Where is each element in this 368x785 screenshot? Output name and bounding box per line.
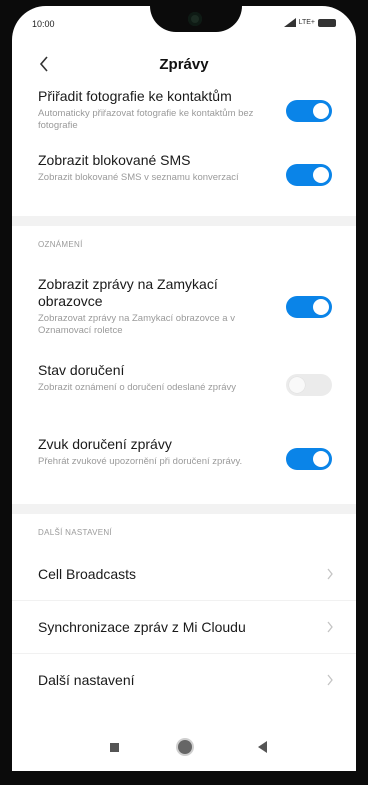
delivery-status-toggle[interactable] [286,374,332,396]
setting-subtitle: Automaticky přiřazovat fotografie ke kon… [38,108,254,131]
setting-title: Stav doručení [38,362,125,378]
back-icon[interactable] [258,741,267,753]
chevron-right-icon [327,674,333,686]
nav-row-label: Další nastavení [38,672,135,688]
setting-title: Zobrazit blokované SMS [38,152,191,168]
chevron-right-icon [327,568,333,580]
page-title: Zprávy [159,56,209,73]
phone-bezel-left [0,0,12,785]
setting-row-delivery-status[interactable]: Stav doručení Zobrazit oznámení o doruče… [12,354,356,428]
setting-row-assign-photos[interactable]: Přiřadit fotografie ke kontaktům Automat… [12,88,356,144]
nav-row-more-settings[interactable]: Další nastavení [12,654,356,706]
setting-subtitle: Přehrát zvukové upozornění při doručení … [38,456,243,467]
setting-row-delivery-sound[interactable]: Zvuk doručení zprávy Přehrát zvukové upo… [12,428,356,504]
blocked-sms-toggle[interactable] [286,164,332,186]
phone-screen: 10:00 LTE+ Zprávy Přiřadit fotografie ke… [12,6,356,771]
setting-title: Zvuk doručení zprávy [38,436,172,452]
network-type: LTE+ [298,19,315,26]
setting-row-blocked-sms[interactable]: Zobrazit blokované SMS Zobrazit blokovan… [12,144,356,216]
app-header: Zprávy [12,44,356,84]
status-bar: 10:00 LTE+ [12,6,356,36]
toggle-knob [289,377,305,393]
signal-icon [283,18,296,27]
battery-icon [318,18,336,27]
section-header-notifications: OZNÁMENÍ [38,240,83,249]
nav-row-mi-cloud-sync[interactable]: Synchronizace zpráv z Mi Cloudu [12,601,356,654]
settings-list: Přiřadit fotografie ke kontaktům Automat… [12,88,356,706]
nav-row-cell-broadcasts[interactable]: Cell Broadcasts [12,548,356,601]
chevron-right-icon [327,621,333,633]
system-navigation-bar [12,725,356,771]
phone-bezel-bottom [0,771,368,785]
recents-icon[interactable] [110,743,119,752]
section-divider [12,216,356,226]
toggle-knob [313,103,329,119]
lockscreen-messages-toggle[interactable] [286,296,332,318]
nav-row-label: Cell Broadcasts [38,566,137,582]
setting-subtitle: Zobrazovat zprávy na Zamykací obrazovce … [38,313,235,336]
home-icon[interactable] [178,740,192,754]
status-indicators: LTE+ [283,18,336,27]
setting-subtitle: Zobrazit oznámení o doručení odeslané zp… [38,382,237,393]
toggle-knob [313,167,329,183]
assign-photos-toggle[interactable] [286,100,332,122]
delivery-sound-toggle[interactable] [286,448,332,470]
section-header-more-settings: DALŠÍ NASTAVENÍ [38,528,112,537]
setting-title: Zobrazit zprávy na Zamykací obrazovce [38,276,218,309]
setting-row-lockscreen-messages[interactable]: Zobrazit zprávy na Zamykací obrazovce Zo… [12,266,356,354]
toggle-knob [313,299,329,315]
nav-row-label: Synchronizace zpráv z Mi Cloudu [38,619,246,635]
setting-title: Přiřadit fotografie ke kontaktům [38,88,232,104]
status-time: 10:00 [32,19,55,29]
phone-bezel-right [356,0,368,785]
toggle-knob [313,451,329,467]
setting-subtitle: Zobrazit blokované SMS v seznamu konverz… [38,172,239,183]
section-divider [12,504,356,514]
